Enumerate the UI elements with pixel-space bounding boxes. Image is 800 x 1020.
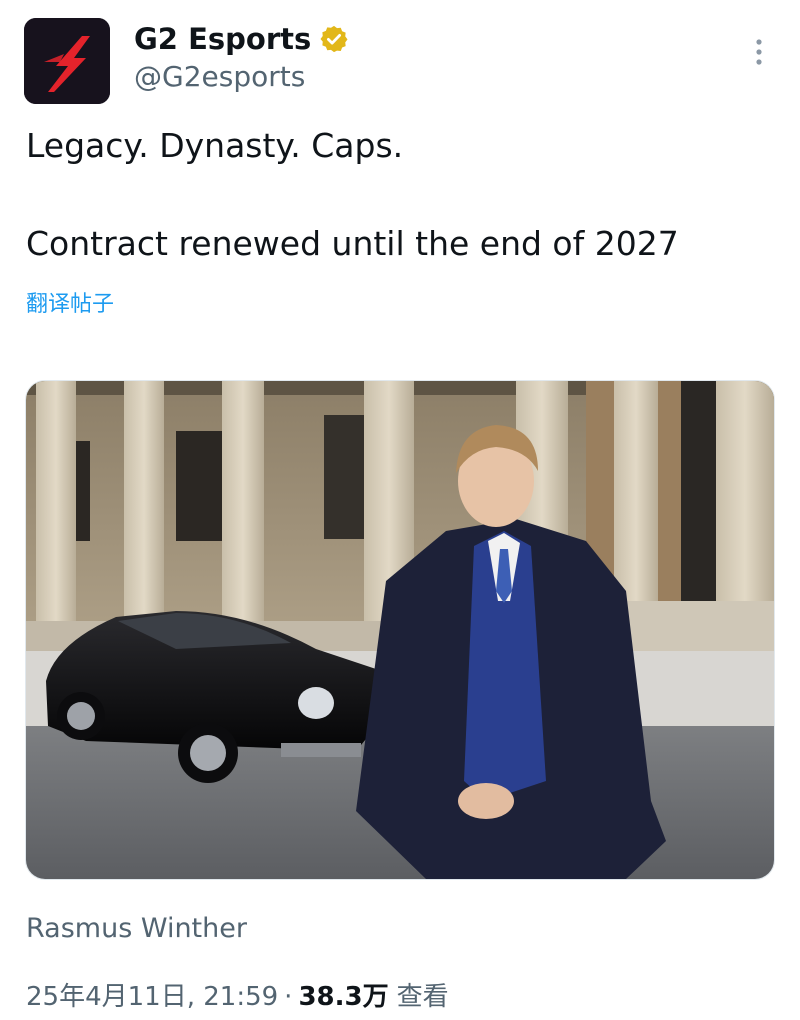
author-display-name[interactable]: G2 Esports	[134, 21, 311, 57]
translate-post-link[interactable]: 翻译帖子	[26, 290, 114, 320]
views-count[interactable]: 38.3万	[298, 980, 388, 1014]
views-label[interactable]: 查看	[397, 980, 449, 1014]
author-handle[interactable]: @G2esports	[134, 59, 305, 95]
tweet-timestamp[interactable]: 25年4月11日, 21:59	[26, 980, 278, 1014]
g2-logo-icon	[24, 18, 110, 104]
meta-separator: ·	[284, 982, 293, 1012]
photo-icon	[26, 381, 774, 879]
tweet-photo[interactable]	[25, 380, 775, 880]
author-name-row[interactable]: G2 Esports	[134, 21, 349, 57]
tweet-text-line: Contract renewed until the end of 2027	[26, 224, 679, 263]
avatar[interactable]	[24, 18, 110, 104]
tweet-meta: 25年4月11日, 21:59 · 38.3万 查看	[26, 980, 449, 1014]
verified-badge-icon	[320, 25, 348, 53]
tweet-text-line: Legacy. Dynasty. Caps.	[26, 126, 404, 165]
more-vertical-icon[interactable]	[750, 38, 768, 68]
tweet-card: G2 Esports @G2esports Legacy. Dynasty. C…	[0, 0, 800, 1020]
photo-credit[interactable]: Rasmus Winther	[26, 912, 247, 946]
